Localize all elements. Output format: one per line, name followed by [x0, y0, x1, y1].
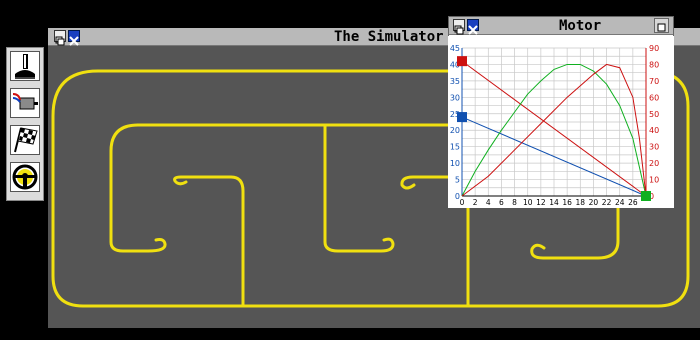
- right-axis-tick-label: 20: [649, 159, 659, 168]
- x-axis-tick-label: 24: [615, 198, 625, 207]
- x-axis-tick-label: 22: [602, 198, 612, 207]
- motor-back-button[interactable]: [453, 19, 465, 35]
- steering-tool-button[interactable]: [10, 162, 40, 192]
- left-axis-tick-label: 10: [450, 159, 460, 168]
- left-axis-tick-label: 5: [455, 176, 460, 185]
- right-axis-tick-label: 90: [649, 44, 659, 53]
- track-left-spur: [173, 175, 245, 308]
- x-axis-tick-label: 14: [549, 198, 559, 207]
- race-tool-button[interactable]: [10, 125, 40, 155]
- simulator-title: The Simulator: [334, 29, 444, 45]
- track-left-hook: [109, 123, 167, 253]
- motor-tool-button[interactable]: [10, 88, 40, 118]
- x-axis-tick-label: 2: [473, 198, 478, 207]
- series-marker: [457, 112, 467, 123]
- right-axis-tick-label: 10: [649, 176, 659, 185]
- close-icon: [69, 36, 79, 46]
- left-axis-tick-label: 15: [450, 143, 460, 152]
- motor-chart: 0 5 10 15 20 25 30 35 40 45 0 10 20 30 40 50 60 70 80 90 0 2 4…: [448, 36, 674, 208]
- steering-wheel-icon: [12, 164, 38, 190]
- joystick-tool-button[interactable]: [10, 51, 40, 81]
- close-button[interactable]: [68, 30, 80, 46]
- back-button[interactable]: [54, 30, 66, 46]
- motor-titlebar[interactable]: Motor: [449, 17, 673, 35]
- window-back-icon: [55, 36, 65, 46]
- right-axis-tick-label: 70: [649, 77, 659, 86]
- left-axis-tick-label: 30: [450, 93, 460, 102]
- right-axis-tick-label: 60: [649, 93, 659, 102]
- toggle-size-icon: [657, 23, 666, 32]
- motor-close-button[interactable]: [467, 19, 479, 35]
- motor-icon: [12, 93, 38, 110]
- left-axis-tick-label: 20: [450, 126, 460, 135]
- joystick-icon: [15, 54, 35, 79]
- x-axis-tick-label: 10: [523, 198, 533, 207]
- left-axis-tick-label: 35: [450, 77, 460, 86]
- motor-toggle-size-button[interactable]: [654, 18, 669, 33]
- x-axis-tick-label: 4: [486, 198, 491, 207]
- motor-chart-svg: 05101520253035404501020304050607080900 2 4…: [450, 44, 659, 207]
- series-marker: [457, 56, 467, 67]
- right-axis-tick-label: 30: [649, 143, 659, 152]
- x-axis-tick-label: 18: [576, 198, 586, 207]
- x-axis-tick-label: 16: [562, 198, 572, 207]
- right-axis-tick-label: 50: [649, 110, 659, 119]
- series-marker: [641, 191, 651, 201]
- x-axis-tick-label: 12: [536, 198, 546, 207]
- x-axis-tick-label: 6: [499, 198, 504, 207]
- close-icon: [468, 25, 478, 35]
- checkered-flag-icon: [14, 127, 38, 153]
- left-axis-tick-label: 45: [450, 44, 460, 53]
- motor-title: Motor: [559, 18, 602, 34]
- x-axis-tick-label: 8: [512, 198, 517, 207]
- x-axis-tick-label: 20: [589, 198, 599, 207]
- x-axis-tick-label: 0: [460, 198, 465, 207]
- track-mid-stem: [323, 123, 395, 253]
- right-axis-tick-label: 80: [649, 60, 659, 69]
- tool-palette: [6, 47, 44, 201]
- x-axis-tick-label: 26: [628, 198, 638, 207]
- right-axis-tick-label: 40: [649, 126, 659, 135]
- window-back-icon: [454, 25, 464, 35]
